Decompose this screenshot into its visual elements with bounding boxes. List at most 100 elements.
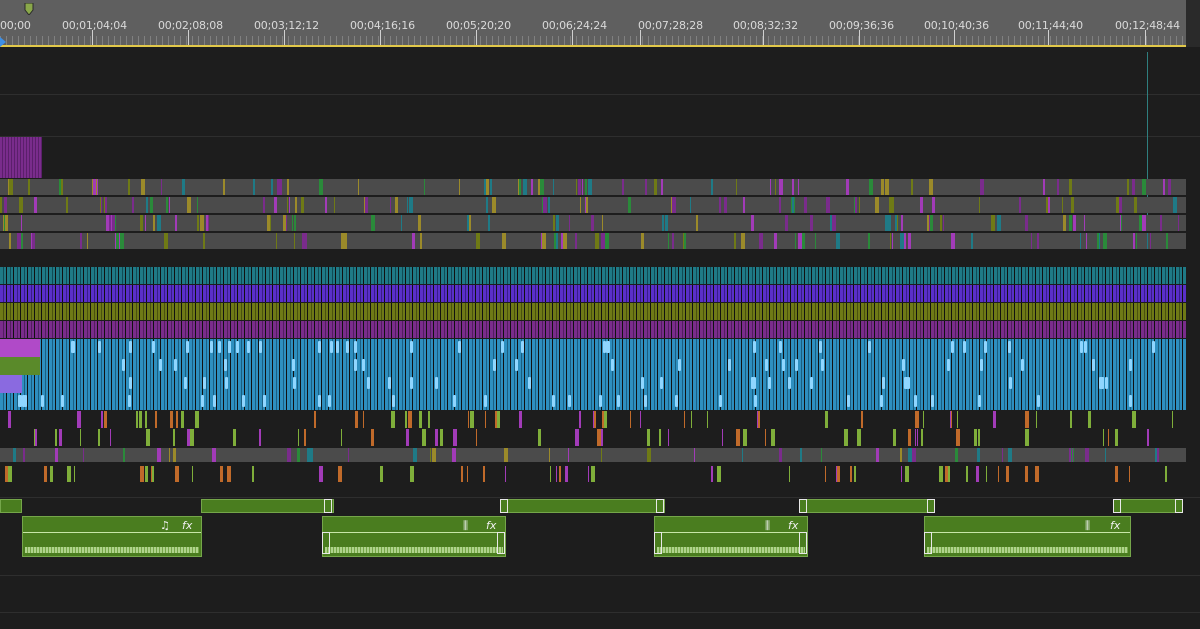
video-clip[interactable] (252, 466, 254, 482)
video-clip[interactable] (61, 179, 63, 195)
video-clip[interactable] (169, 448, 170, 462)
video-clip[interactable] (153, 466, 154, 482)
video-clip[interactable] (789, 466, 790, 482)
video-clip[interactable] (1116, 429, 1118, 446)
video-clip[interactable] (770, 179, 771, 195)
video-clip[interactable] (101, 411, 103, 428)
video-clip[interactable] (105, 197, 107, 213)
video-clip[interactable] (401, 215, 402, 231)
video-clip[interactable] (531, 179, 533, 195)
video-clip[interactable] (591, 215, 594, 231)
video-clip[interactable] (424, 179, 425, 195)
video-clip[interactable] (977, 448, 980, 462)
video-clip[interactable] (1071, 197, 1074, 213)
video-clip[interactable] (1103, 233, 1107, 249)
video-clip[interactable] (181, 411, 184, 428)
video-clip[interactable] (971, 233, 973, 249)
clip-handle-icon[interactable] (799, 499, 807, 513)
video-clip[interactable] (28, 179, 30, 195)
video-clip[interactable] (568, 448, 569, 462)
video-clip[interactable] (1163, 179, 1165, 195)
video-clip[interactable] (146, 429, 150, 446)
video-clip[interactable] (563, 233, 567, 249)
video-clip[interactable] (904, 233, 906, 249)
video-clip[interactable] (348, 448, 349, 462)
video-clip[interactable] (276, 233, 277, 249)
video-clip[interactable] (164, 233, 168, 249)
video-clip[interactable] (775, 179, 776, 195)
video-clip[interactable] (1002, 448, 1003, 462)
video-clip[interactable] (966, 466, 968, 482)
video-clip[interactable] (1062, 197, 1063, 213)
video-clip[interactable] (190, 429, 194, 446)
fx-icon[interactable]: fx (182, 519, 192, 532)
video-clip[interactable] (604, 411, 607, 428)
video-clip[interactable] (418, 215, 421, 231)
video-clip[interactable] (792, 197, 794, 213)
video-clip[interactable] (1043, 179, 1045, 195)
video-clip[interactable] (120, 233, 124, 249)
video-clip[interactable] (157, 448, 161, 462)
video-clip[interactable] (1119, 197, 1122, 213)
video-clip[interactable] (1127, 179, 1129, 195)
video-clip[interactable] (844, 429, 848, 446)
video-clip[interactable] (169, 197, 170, 213)
video-clip[interactable] (559, 466, 561, 482)
video-clip[interactable] (314, 411, 316, 428)
video-clip[interactable] (717, 466, 721, 482)
audio-clip[interactable]: ⫼ fx (654, 516, 808, 557)
video-clip[interactable] (294, 233, 295, 249)
video-clip[interactable] (765, 429, 766, 446)
video-clip[interactable] (668, 429, 669, 446)
video-clip[interactable] (80, 233, 82, 249)
video-clip[interactable] (145, 411, 147, 428)
video-clip[interactable] (779, 448, 782, 462)
video-clip[interactable] (549, 448, 550, 462)
video-clip[interactable] (927, 215, 929, 231)
video-clip[interactable] (885, 179, 889, 195)
video-clip[interactable] (742, 448, 743, 462)
video-clip[interactable] (868, 233, 870, 249)
video-clip[interactable] (1147, 429, 1149, 446)
video-clip[interactable] (176, 411, 178, 428)
video-clip[interactable] (128, 179, 130, 195)
video-clip[interactable] (220, 466, 223, 482)
video-clip[interactable] (665, 215, 668, 231)
video-clip[interactable] (253, 179, 255, 195)
video-clip[interactable] (1168, 179, 1171, 195)
video-clip[interactable] (836, 233, 840, 249)
video-clip[interactable] (1063, 215, 1066, 231)
video-clip[interactable] (430, 448, 431, 462)
video-clip[interactable] (334, 197, 335, 213)
video-clip[interactable] (897, 215, 898, 231)
video-clip[interactable] (548, 197, 550, 213)
audio-clip[interactable] (799, 499, 935, 513)
video-clip[interactable] (8, 411, 11, 428)
video-clip[interactable] (371, 215, 375, 231)
video-clip[interactable] (80, 429, 81, 446)
video-clip[interactable] (876, 448, 879, 462)
video-clip[interactable] (758, 411, 760, 428)
video-clip[interactable] (690, 197, 691, 213)
video-clip[interactable] (8, 466, 11, 482)
video-clip[interactable] (203, 233, 205, 249)
video-clip[interactable] (166, 197, 168, 213)
video-clip[interactable] (930, 215, 933, 231)
video-clip[interactable] (923, 411, 924, 428)
clip-handle-icon[interactable] (927, 499, 935, 513)
video-clip[interactable] (74, 466, 75, 482)
video-clip[interactable] (23, 448, 25, 462)
clip-handle-icon[interactable] (322, 532, 330, 554)
video-clip[interactable] (1172, 411, 1173, 428)
video-clip[interactable] (208, 215, 209, 231)
video-clip[interactable] (601, 448, 602, 462)
video-clip[interactable] (826, 197, 830, 213)
video-clip[interactable] (622, 179, 624, 195)
video-clip[interactable] (9, 233, 11, 249)
video-clip[interactable] (645, 179, 647, 195)
video-clip[interactable] (150, 197, 153, 213)
video-clip[interactable] (900, 448, 902, 462)
clip-handle-icon[interactable] (1175, 499, 1183, 513)
video-clip[interactable] (1069, 215, 1072, 231)
video-clip[interactable] (287, 179, 289, 195)
